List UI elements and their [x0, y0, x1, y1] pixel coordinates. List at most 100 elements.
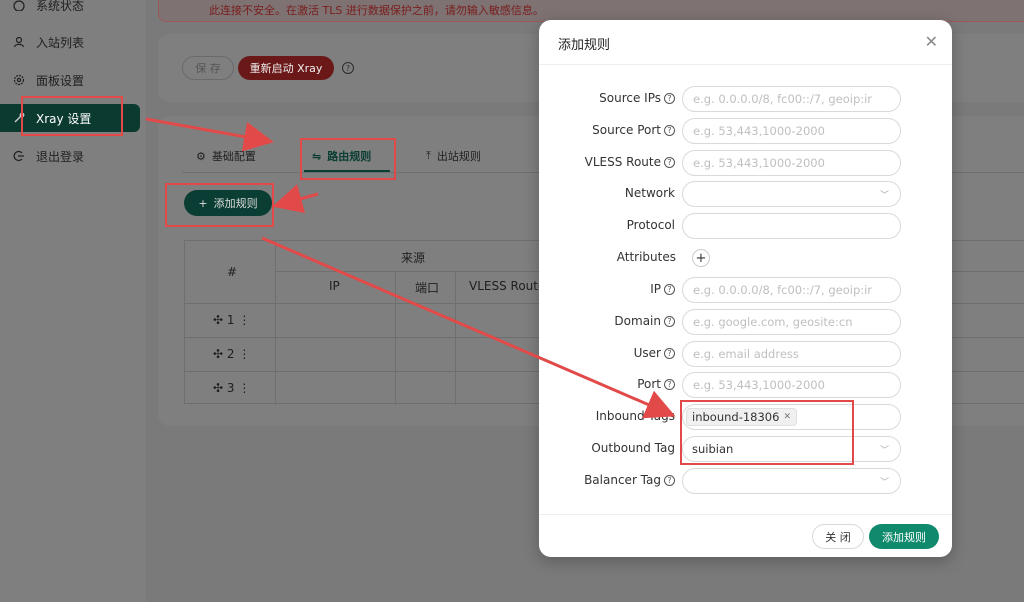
- col-group-source: 来源: [401, 251, 426, 265]
- user-input[interactable]: [682, 341, 901, 367]
- save-button[interactable]: 保 存: [182, 56, 234, 80]
- row-ip: IP?: [539, 277, 952, 303]
- sidebar-item-label: 面板设置: [36, 73, 85, 88]
- col-ip: IP: [329, 279, 340, 293]
- help-icon: ?: [664, 124, 675, 136]
- balancer-tag-select[interactable]: [682, 468, 901, 494]
- row-outbound-tag: Outbound Tag suibian ﹀: [539, 436, 952, 462]
- attributes-label: Attributes: [616, 250, 676, 264]
- sidebar-item-label: 系统状态: [36, 0, 85, 13]
- close-icon[interactable]: ✕: [925, 32, 938, 51]
- plus-icon: +: [198, 196, 208, 210]
- help-icon: ?: [664, 315, 675, 327]
- add-rule-modal: 添加规则 ✕ Source IPs? Source Port? VLESS Ro…: [539, 20, 952, 557]
- row-source-port: Source Port?: [539, 118, 952, 144]
- ip-input[interactable]: [682, 277, 901, 303]
- chevron-down-icon: ﹀: [880, 446, 890, 456]
- col-index: #: [227, 265, 238, 279]
- network-select[interactable]: [682, 181, 901, 207]
- sidebar-item-xray-settings[interactable]: Xray 设置: [0, 104, 140, 132]
- tab-label: 出站规则: [436, 150, 481, 163]
- gear-icon: [12, 73, 26, 87]
- help-icon: ?: [664, 474, 675, 486]
- table-row[interactable]: ✣ 1 ⋮: [213, 313, 250, 327]
- outbound-tag-value: suibian: [692, 442, 734, 456]
- tool-icon: [12, 111, 26, 125]
- tab-label: 路由规则: [327, 150, 372, 163]
- col-vless-route: VLESS Route: [469, 279, 546, 293]
- add-rule-button[interactable]: + 添加规则: [184, 190, 272, 216]
- port-label: Port?: [637, 377, 675, 391]
- row-attributes: Attributes +: [539, 245, 952, 271]
- source-port-input[interactable]: [682, 118, 901, 144]
- add-rule-label: 添加规则: [213, 197, 258, 210]
- row-balancer-tag: Balancer Tag? ﹀: [539, 468, 952, 494]
- cancel-button[interactable]: 关 闭: [812, 524, 864, 549]
- user-icon: [12, 35, 26, 49]
- tab-routing-rules[interactable]: ⇋ 路由规则: [312, 148, 371, 164]
- logout-icon: [12, 149, 26, 163]
- gear-icon: ⚙: [196, 149, 206, 163]
- row-network: Network ﹀: [539, 181, 952, 207]
- tag-text: inbound-18306: [692, 410, 780, 424]
- tab-label: 基础配置: [211, 150, 256, 163]
- help-icon: ?: [664, 156, 675, 168]
- source-ips-label: Source IPs?: [599, 91, 675, 105]
- add-rule-submit-button[interactable]: 添加规则: [869, 524, 939, 549]
- sidebar-item-inbounds[interactable]: 入站列表: [0, 28, 140, 56]
- chevron-down-icon: ﹀: [880, 478, 890, 488]
- source-ips-input[interactable]: [682, 86, 901, 112]
- sidebar-item-logout[interactable]: 退出登录: [0, 142, 140, 170]
- vless-route-input[interactable]: [682, 150, 901, 176]
- modal-header-divider: [539, 64, 952, 65]
- row-user: User?: [539, 341, 952, 367]
- sidebar-item-label: 退出登录: [36, 149, 85, 164]
- sidebar: 系统状态 入站列表 面板设置 Xray 设置 退出登录: [0, 0, 146, 602]
- source-port-label: Source Port?: [592, 123, 675, 137]
- help-icon: ?: [664, 283, 675, 295]
- alert-text: 此连接不安全。在激活 TLS 进行数据保护之前，请勿输入敏感信息。: [209, 4, 544, 17]
- tab-outbound-rules[interactable]: ⤒ 出站规则: [426, 148, 481, 164]
- col-port: 端口: [415, 281, 440, 295]
- help-icon: ?: [664, 347, 675, 359]
- vless-route-label: VLESS Route?: [585, 155, 675, 169]
- row-inbound-tags: Inbound Tags inbound-18306 ✕: [539, 404, 952, 430]
- modal-footer-divider: [539, 514, 952, 515]
- add-attribute-plus-icon[interactable]: +: [692, 249, 710, 267]
- domain-input[interactable]: [682, 309, 901, 335]
- inbound-tags-label: Inbound Tags: [595, 409, 675, 423]
- help-icon: ?: [664, 378, 675, 390]
- sidebar-item-panel-settings[interactable]: 面板设置: [0, 66, 140, 94]
- restart-xray-button[interactable]: 重新启动 Xray: [238, 56, 334, 80]
- security-alert: 此连接不安全。在激活 TLS 进行数据保护之前，请勿输入敏感信息。: [158, 0, 1024, 22]
- balancer-tag-label: Balancer Tag?: [584, 473, 675, 487]
- modal-title: 添加规则: [558, 38, 611, 53]
- protocol-select[interactable]: [682, 213, 901, 239]
- row-vless-route: VLESS Route?: [539, 150, 952, 176]
- row-protocol: Protocol: [539, 213, 952, 239]
- table-row[interactable]: ✣ 2 ⋮: [213, 347, 250, 361]
- inbound-tag-chip: inbound-18306 ✕: [686, 408, 797, 426]
- dashboard-icon: [12, 0, 26, 12]
- row-domain: Domain?: [539, 309, 952, 335]
- domain-label: Domain?: [614, 314, 675, 328]
- chevron-down-icon: ﹀: [880, 191, 890, 201]
- protocol-label: Protocol: [626, 218, 675, 232]
- outbound-tag-label: Outbound Tag: [591, 441, 675, 455]
- port-input[interactable]: [682, 372, 901, 398]
- sidebar-item-system-status[interactable]: 系统状态: [0, 0, 140, 19]
- help-icon[interactable]: ?: [342, 62, 354, 74]
- swap-icon: ⇋: [312, 149, 322, 163]
- user-label: User?: [634, 346, 675, 360]
- upload-icon: ⤒: [426, 149, 431, 162]
- row-source-ips: Source IPs?: [539, 86, 952, 112]
- table-row[interactable]: ✣ 3 ⋮: [213, 381, 250, 395]
- close-icon[interactable]: ✕: [783, 412, 791, 422]
- sidebar-item-label: 入站列表: [36, 35, 85, 50]
- row-port: Port?: [539, 372, 952, 398]
- ip-label: IP?: [650, 282, 675, 296]
- network-label: Network: [624, 186, 675, 200]
- tab-basic-config[interactable]: ⚙ 基础配置: [196, 148, 256, 164]
- help-icon: ?: [664, 92, 675, 104]
- sidebar-item-label: Xray 设置: [36, 111, 92, 126]
